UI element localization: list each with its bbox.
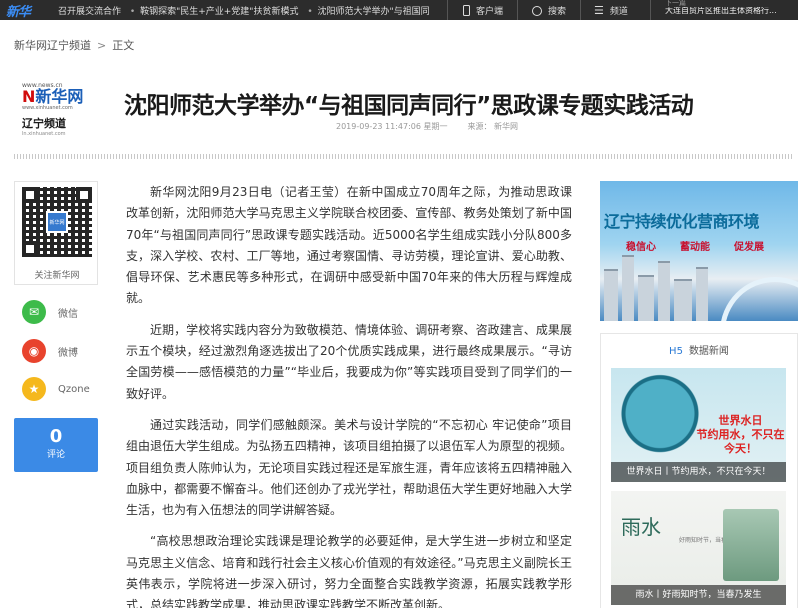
banner-headline: 辽宁持续优化营商环境 (604, 212, 760, 231)
share-qzone-button[interactable]: ★ Qzone (22, 377, 90, 401)
top-bar: 新华 召开展交流合作 • 鞍钢探索"民生+产业+党建"扶贫新模式 • 沈阳师范大… (0, 0, 798, 20)
banner-slogan: 稳信心 (626, 242, 656, 253)
article-paragraph: 近期，学校将实践内容分为致敬模范、情境体验、调研考察、咨政建言、成果展示五个模块… (126, 322, 572, 401)
share-微信-button[interactable]: ✉ 微信 (22, 300, 78, 324)
logo-region: 辽宁频道 (22, 117, 66, 130)
article-paragraph: 通过实践活动，同学们感触颇深。美术与设计学院的“不忘初心 牢记使命”项目组由退伍… (126, 417, 572, 518)
wechat-icon: ✉ (22, 300, 46, 324)
channel-label: 频道 (609, 7, 628, 17)
panel-prefix: H5 (669, 346, 683, 357)
bullet-icon: • (307, 7, 313, 17)
logo-news: N新华网 (22, 87, 84, 106)
data-news-panel: H5 数据新闻 世界水日 节约用水，不只在今天！ 世界水日丨节约用水，不只在今天！ … (600, 333, 798, 608)
article-source: 来源： 新华网 (467, 122, 519, 131)
divider (447, 0, 448, 20)
menu-icon: ☰ (594, 3, 604, 17)
ticker-item[interactable]: 鞍钢探索"民生+产业+党建"扶贫新模式 (140, 7, 298, 17)
panel-header: H5 数据新闻 (601, 342, 797, 357)
divider (517, 0, 518, 20)
bridge-arc (720, 277, 798, 321)
article-paragraph: “高校思想政治理论实践课是理论教学的必要延伸，是大学生进一步树立和坚定马克思主义… (126, 534, 572, 608)
panel-title: 数据新闻 (688, 346, 729, 357)
site-logo[interactable]: 新华 (6, 1, 31, 20)
news-card[interactable]: 世界水日 节约用水，不只在今天！ 世界水日丨节约用水，不只在今天！ (611, 368, 786, 482)
next-label: 下一篇 (665, 0, 686, 7)
client-label: 客户端 (476, 7, 504, 17)
comment-count: 0 (49, 426, 63, 447)
qzone-icon: ★ (22, 377, 46, 401)
share-label: 微博 (58, 347, 78, 359)
breadcrumb-current: 正文 (112, 39, 135, 52)
qr-code: 新华网 (22, 187, 92, 257)
news-card[interactable]: 雨水 好雨知时节，当春乃发生 雨水丨好雨知时节，当春乃发生 (611, 491, 786, 605)
next-title: 大连自贸片区推出主体资格行... (665, 7, 777, 16)
channel-button[interactable]: ☰ 频道 (594, 3, 628, 18)
banner-slogan: 蓄动能 (680, 242, 710, 253)
breadcrumb-home[interactable]: 新华网辽宁频道 (14, 39, 91, 52)
banner-slogan: 促发展 (734, 242, 764, 253)
channel-logo[interactable]: www.news.cn N新华网 www.xinhuanet.com 辽宁频道 … (22, 82, 92, 137)
header-divider (14, 154, 794, 159)
breadcrumb: 新华网辽宁频道 > 正文 (14, 37, 134, 53)
comment-label: 评论 (46, 450, 65, 460)
share-label: 微信 (58, 308, 78, 320)
article-title: 沈阳师范大学举办“与祖国同声同行”思政课专题实践活动 (124, 93, 694, 119)
card-caption: 雨水丨好雨知时节，当春乃发生 (611, 585, 786, 605)
phone-icon (463, 5, 470, 16)
promo-banner[interactable]: 辽宁持续优化营商环境 稳信心 蓄动能 促发展 (600, 181, 798, 321)
article-datetime: 2019-09-23 11:47:06 星期一 (336, 122, 448, 131)
qr-code-box: 新华网 关注新华网 (14, 181, 98, 285)
search-button[interactable]: 搜索 (532, 4, 566, 17)
news-ticker: 召开展交流合作 • 鞍钢探索"民生+产业+党建"扶贫新模式 • 沈阳师范大学举办… (58, 4, 443, 17)
divider (580, 0, 581, 20)
article-meta: 2019-09-23 11:47:06 星期一 来源： 新华网 (336, 121, 518, 132)
breadcrumb-separator: > (97, 39, 107, 52)
logo-region-url: ln.xinhuanet.com (22, 131, 66, 137)
weibo-icon: ◉ (22, 339, 46, 363)
card-illustration (723, 509, 779, 581)
bullet-icon: • (129, 7, 136, 17)
article-paragraph: 新华网沈阳9月23日电（记者王莹）在新中国成立70周年之际，为推动思政课改革创新… (126, 185, 572, 306)
ticker-item[interactable]: 召开展交流合作 (58, 7, 121, 17)
qr-logo: 新华网 (46, 211, 68, 233)
divider (650, 0, 651, 20)
search-label: 搜索 (548, 7, 567, 17)
ticker-item[interactable]: 沈阳师范大学举办"与祖国同 (318, 7, 430, 17)
search-icon (532, 5, 542, 16)
client-button[interactable]: 客户端 (463, 4, 503, 17)
card-overlay-text: 世界水日 节约用水，不只在今天！ (696, 414, 785, 455)
card-caption: 世界水日丨节约用水，不只在今天！ (611, 462, 786, 482)
card-title: 雨水 (621, 515, 661, 539)
qr-caption: 关注新华网 (34, 271, 80, 281)
comment-button[interactable]: 0 评论 (14, 418, 98, 472)
next-article-link[interactable]: 下一篇 大连自贸片区推出主体资格行... (665, 0, 798, 20)
share-label: Qzone (58, 383, 90, 395)
article-body: 新华网沈阳9月23日电（记者王莹）在新中国成立70周年之际，为推动思政课改革创新… (126, 182, 572, 608)
share-微博-button[interactable]: ◉ 微博 (22, 339, 78, 363)
